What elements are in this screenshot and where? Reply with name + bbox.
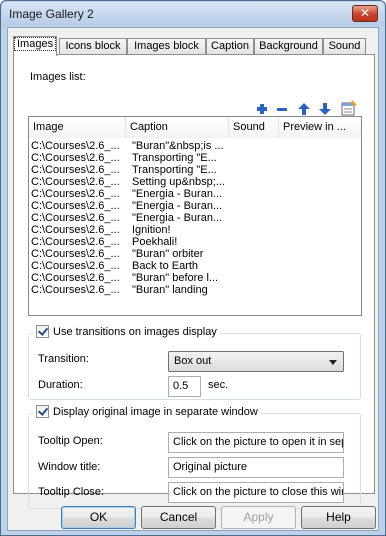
duration-label: Duration: [38, 379, 83, 391]
properties-icon[interactable] [341, 100, 357, 116]
tooltip-close-field[interactable]: Click on the picture to close this wind [168, 482, 344, 503]
remove-icon[interactable] [275, 102, 289, 116]
transition-select[interactable]: Box out [168, 351, 344, 372]
help-button[interactable]: Help [301, 506, 376, 529]
close-button[interactable]: ✕ [352, 5, 378, 22]
list-header: Image Caption Sound Preview in ... [29, 117, 361, 138]
duration-unit: sec. [208, 379, 229, 391]
move-down-icon[interactable] [318, 102, 332, 116]
tooltip-open-field[interactable]: Click on the picture to open it in sepa [168, 432, 344, 453]
window-title-field[interactable]: Original picture [168, 457, 344, 478]
window-title-label: Window title: [38, 461, 101, 473]
tab-icons-block[interactable]: Icons block [59, 38, 127, 55]
chevron-down-icon [329, 360, 337, 365]
duration-field[interactable]: 0.5 [168, 376, 201, 397]
add-icon[interactable] [255, 102, 269, 116]
apply-button[interactable]: Apply [221, 506, 296, 529]
transitions-checkbox-label: Use transitions on images display [53, 326, 217, 338]
column-header-sound[interactable]: Sound [229, 117, 279, 138]
title-bar[interactable]: Image Gallery 2 ✕ [2, 2, 384, 26]
tab-images-block[interactable]: Images block [127, 38, 206, 55]
tab-images[interactable]: Images [13, 36, 57, 56]
dialog-window: Image Gallery 2 ✕ Images Icons block Ima… [0, 0, 386, 536]
table-row[interactable]: C:\Courses\2.6_... "Buran" landing [29, 284, 361, 297]
images-list-label: Images list: [30, 71, 86, 83]
window-title: Image Gallery 2 [9, 7, 94, 21]
tooltip-close-label: Tooltip Close: [38, 486, 105, 498]
transition-label: Transition: [38, 353, 89, 365]
dialog-client: Images Icons block Images block Caption … [7, 27, 379, 531]
cancel-button[interactable]: Cancel [141, 506, 216, 529]
transitions-checkbox-box[interactable] [36, 325, 49, 338]
original-window-checkbox-label: Display original image in separate windo… [53, 406, 258, 418]
tooltip-open-label: Tooltip Open: [38, 435, 103, 447]
column-header-preview[interactable]: Preview in ... [279, 117, 361, 138]
images-list[interactable]: Image Caption Sound Preview in ... C:\Co… [28, 116, 362, 316]
column-header-caption[interactable]: Caption [126, 117, 229, 138]
column-header-image[interactable]: Image [29, 117, 126, 138]
list-rows: C:\Courses\2.6_... "Buran"&nbsp;is ... C:… [29, 140, 361, 297]
original-window-checkbox[interactable]: Display original image in separate windo… [33, 405, 261, 418]
move-up-icon[interactable] [297, 102, 311, 116]
tab-sound[interactable]: Sound [323, 38, 366, 55]
ok-button[interactable]: OK [61, 506, 136, 529]
transitions-checkbox[interactable]: Use transitions on images display [33, 325, 220, 338]
tab-caption[interactable]: Caption [206, 38, 254, 55]
tab-background[interactable]: Background [254, 38, 323, 55]
transition-select-value: Box out [174, 355, 212, 367]
original-window-checkbox-box[interactable] [36, 405, 49, 418]
close-icon: ✕ [359, 6, 371, 20]
images-tab-panel: Images list: Image Caption Sound Preview… [13, 54, 375, 509]
